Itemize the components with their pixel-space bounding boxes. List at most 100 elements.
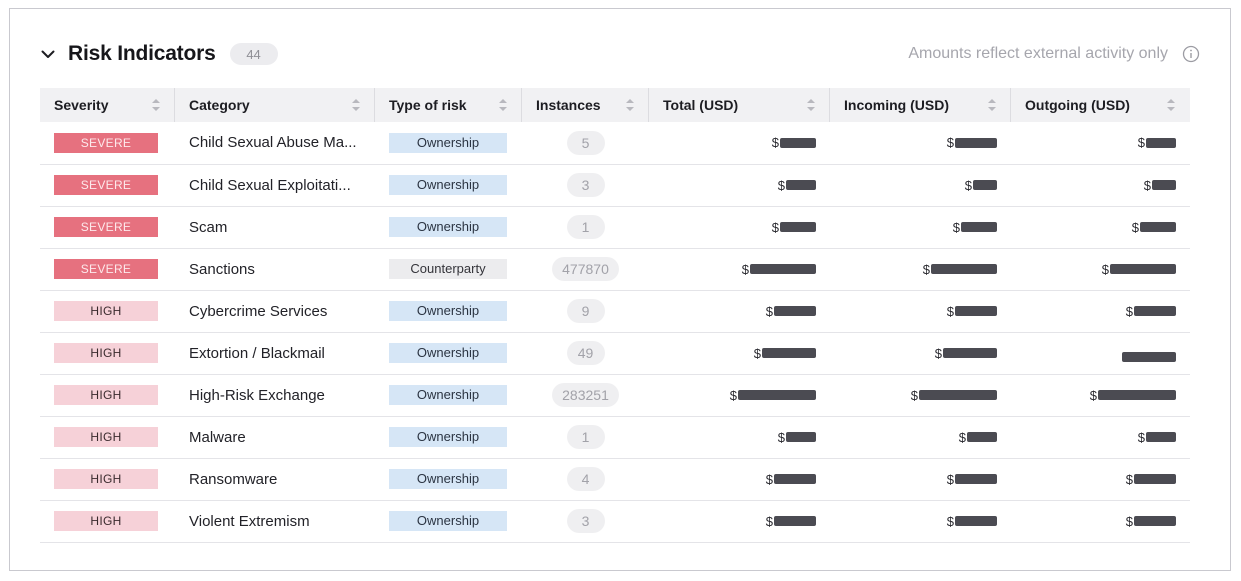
redacted-amount — [931, 264, 997, 274]
instances-count: 477870 — [552, 257, 619, 281]
sort-icon[interactable] — [806, 98, 816, 112]
redacted-amount — [1134, 516, 1176, 526]
redacted-amount — [774, 516, 816, 526]
instances-count: 3 — [566, 173, 605, 197]
risk-type-tag: Ownership — [389, 511, 507, 531]
outgoing-usd-cell: $ — [1011, 458, 1190, 500]
type-of-risk-cell: Ownership — [375, 416, 522, 458]
category-cell[interactable]: Violent Extremism — [175, 500, 375, 542]
category-cell[interactable]: Child Sexual Exploitati... — [175, 164, 375, 206]
table-row[interactable]: HIGH Extortion / Blackmail Ownership 49 … — [40, 332, 1190, 374]
category-cell[interactable]: Scam — [175, 206, 375, 248]
redacted-amount — [780, 222, 816, 232]
table-row[interactable]: SEVERE Scam Ownership 1 $ $ $ — [40, 206, 1190, 248]
currency-symbol: $ — [946, 513, 954, 529]
chevron-down-icon[interactable] — [40, 39, 68, 69]
total-usd-cell: $ — [649, 374, 830, 416]
currency-symbol: $ — [777, 429, 785, 445]
incoming-usd-cell: $ — [830, 332, 1011, 374]
severity-badge: HIGH — [54, 301, 158, 321]
table-row[interactable]: HIGH Cybercrime Services Ownership 9 $ $… — [40, 290, 1190, 332]
redacted-amount — [1146, 137, 1176, 148]
sort-icon[interactable] — [1166, 98, 1176, 112]
type-of-risk-cell: Ownership — [375, 458, 522, 500]
instances-count: 283251 — [552, 383, 619, 407]
category-cell[interactable]: Sanctions — [175, 248, 375, 290]
redacted-amount — [786, 180, 816, 190]
incoming-usd-cell: $ — [830, 164, 1011, 206]
total-usd-cell: $ — [649, 164, 830, 206]
type-of-risk-cell: Ownership — [375, 290, 522, 332]
currency-symbol: $ — [1101, 261, 1109, 277]
currency-symbol: $ — [964, 177, 972, 193]
severity-badge: HIGH — [54, 385, 158, 405]
severity-badge: HIGH — [54, 343, 158, 363]
table-row[interactable]: HIGH Ransomware Ownership 4 $ $ $ — [40, 458, 1190, 500]
sort-icon[interactable] — [498, 98, 508, 112]
table-row[interactable]: SEVERE Sanctions Counterparty 477870 $ $… — [40, 248, 1190, 290]
risk-type-tag: Counterparty — [389, 259, 507, 279]
category-cell[interactable]: High-Risk Exchange — [175, 374, 375, 416]
severity-badge: SEVERE — [54, 217, 158, 237]
column-header-outgoing-usd[interactable]: Outgoing (USD) — [1011, 88, 1190, 122]
column-header-total-usd[interactable]: Total (USD) — [649, 88, 830, 122]
category-cell[interactable]: Ransomware — [175, 458, 375, 500]
redacted-amount — [961, 222, 997, 232]
category-cell[interactable]: Cybercrime Services — [175, 290, 375, 332]
instances-cell: 9 — [522, 290, 649, 332]
total-usd-cell: $ — [649, 416, 830, 458]
sort-icon[interactable] — [351, 98, 361, 112]
category-cell[interactable]: Child Sexual Abuse Ma... — [175, 122, 375, 164]
type-of-risk-cell: Ownership — [375, 164, 522, 206]
incoming-usd-cell: $ — [830, 290, 1011, 332]
currency-symbol: $ — [952, 219, 960, 235]
total-usd-cell: $ — [649, 332, 830, 374]
risk-type-tag: Ownership — [389, 385, 507, 405]
instances-cell: 1 — [522, 206, 649, 248]
instances-count: 3 — [566, 509, 605, 533]
redacted-amount — [1110, 264, 1176, 274]
table-row[interactable]: SEVERE Child Sexual Exploitati... Owners… — [40, 164, 1190, 206]
sort-icon[interactable] — [987, 98, 997, 112]
category-cell[interactable]: Malware — [175, 416, 375, 458]
sort-icon[interactable] — [151, 98, 161, 112]
category-cell[interactable]: Extortion / Blackmail — [175, 332, 375, 374]
total-usd-cell: $ — [649, 206, 830, 248]
column-header-category[interactable]: Category — [175, 88, 375, 122]
severity-cell: HIGH — [40, 290, 175, 332]
table-row[interactable]: HIGH Malware Ownership 1 $ $ $ — [40, 416, 1190, 458]
type-of-risk-cell: Ownership — [375, 500, 522, 542]
instances-cell: 1 — [522, 416, 649, 458]
currency-symbol: $ — [1125, 513, 1133, 529]
total-usd-cell: $ — [649, 500, 830, 542]
table-row[interactable]: HIGH Violent Extremism Ownership 3 $ $ $ — [40, 500, 1190, 542]
currency-symbol: $ — [765, 471, 773, 487]
severity-cell: HIGH — [40, 332, 175, 374]
column-header-instances[interactable]: Instances — [522, 88, 649, 122]
column-header-severity[interactable]: Severity — [40, 88, 175, 122]
instances-cell: 477870 — [522, 248, 649, 290]
column-header-incoming-usd[interactable]: Incoming (USD) — [830, 88, 1011, 122]
currency-symbol: $ — [765, 513, 773, 529]
table-row[interactable]: SEVERE Child Sexual Abuse Ma... Ownershi… — [40, 122, 1190, 164]
severity-cell: HIGH — [40, 374, 175, 416]
currency-symbol: $ — [729, 387, 737, 403]
severity-cell: SEVERE — [40, 248, 175, 290]
severity-badge: SEVERE — [54, 175, 158, 195]
severity-badge: HIGH — [54, 469, 158, 489]
redacted-amount — [1146, 432, 1176, 442]
currency-symbol: $ — [1137, 429, 1145, 445]
info-icon[interactable] — [1182, 45, 1200, 63]
severity-badge: HIGH — [54, 427, 158, 447]
risk-type-tag: Ownership — [389, 469, 507, 489]
table-row[interactable]: HIGH High-Risk Exchange Ownership 283251… — [40, 374, 1190, 416]
table-body: SEVERE Child Sexual Abuse Ma... Ownershi… — [40, 122, 1190, 542]
incoming-usd-cell: $ — [830, 374, 1011, 416]
currency-symbol: $ — [922, 261, 930, 277]
column-header-type-of-risk[interactable]: Type of risk — [375, 88, 522, 122]
redacted-amount — [955, 137, 997, 148]
sort-icon[interactable] — [625, 98, 635, 112]
severity-badge: HIGH — [54, 511, 158, 531]
instances-cell: 4 — [522, 458, 649, 500]
risk-type-tag: Ownership — [389, 175, 507, 195]
